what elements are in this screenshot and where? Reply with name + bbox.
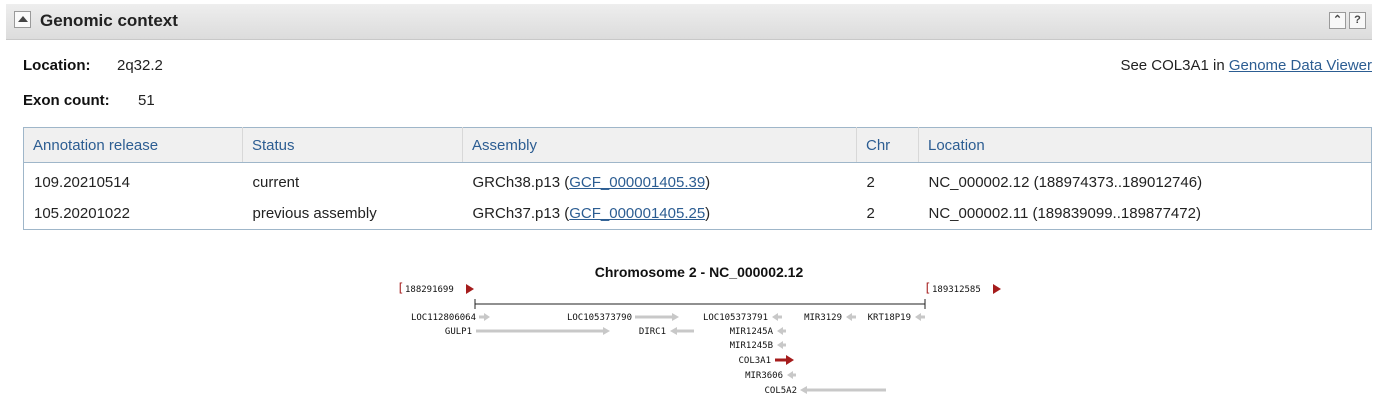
gene-arrow-icon [603, 327, 610, 335]
graphic-title: Chromosome 2 - NC_000002.12 [595, 264, 804, 280]
gene-label[interactable]: LOC112806064 [411, 313, 476, 323]
gene-label[interactable]: DIRC1 [639, 327, 666, 337]
left-coordinate: 188291699 [405, 285, 454, 295]
gene-label[interactable]: GULP1 [445, 327, 472, 337]
gene-arrow-icon [786, 355, 794, 365]
gene-arrow-icon [484, 313, 490, 321]
gene-label[interactable]: MIR3129 [804, 313, 842, 323]
gene-label[interactable]: MIR3606 [745, 371, 783, 381]
gene-arrow-icon [800, 386, 807, 394]
gene-label[interactable]: COL3A1 [738, 356, 771, 366]
gene-arrow-icon [670, 327, 677, 335]
genomic-context-graphic: Chromosome 2 - NC_000002.12 [ 188291699 … [397, 264, 1001, 396]
gene-label[interactable]: MIR1245B [730, 341, 773, 351]
gene-label[interactable]: LOC105373791 [703, 313, 768, 323]
right-nav-arrow-icon[interactable] [993, 284, 1001, 294]
gene-label[interactable]: KRT18P19 [868, 313, 911, 323]
right-bracket: [ [924, 281, 931, 295]
gene-label[interactable]: MIR1245A [730, 327, 774, 337]
right-coordinate: 189312585 [932, 285, 981, 295]
gene-label[interactable]: COL5A2 [764, 386, 797, 396]
gene-label[interactable]: LOC105373790 [567, 313, 632, 323]
gene-arrow-icon [672, 313, 679, 321]
left-nav-arrow-icon[interactable] [466, 284, 474, 294]
left-bracket: [ [397, 281, 404, 295]
